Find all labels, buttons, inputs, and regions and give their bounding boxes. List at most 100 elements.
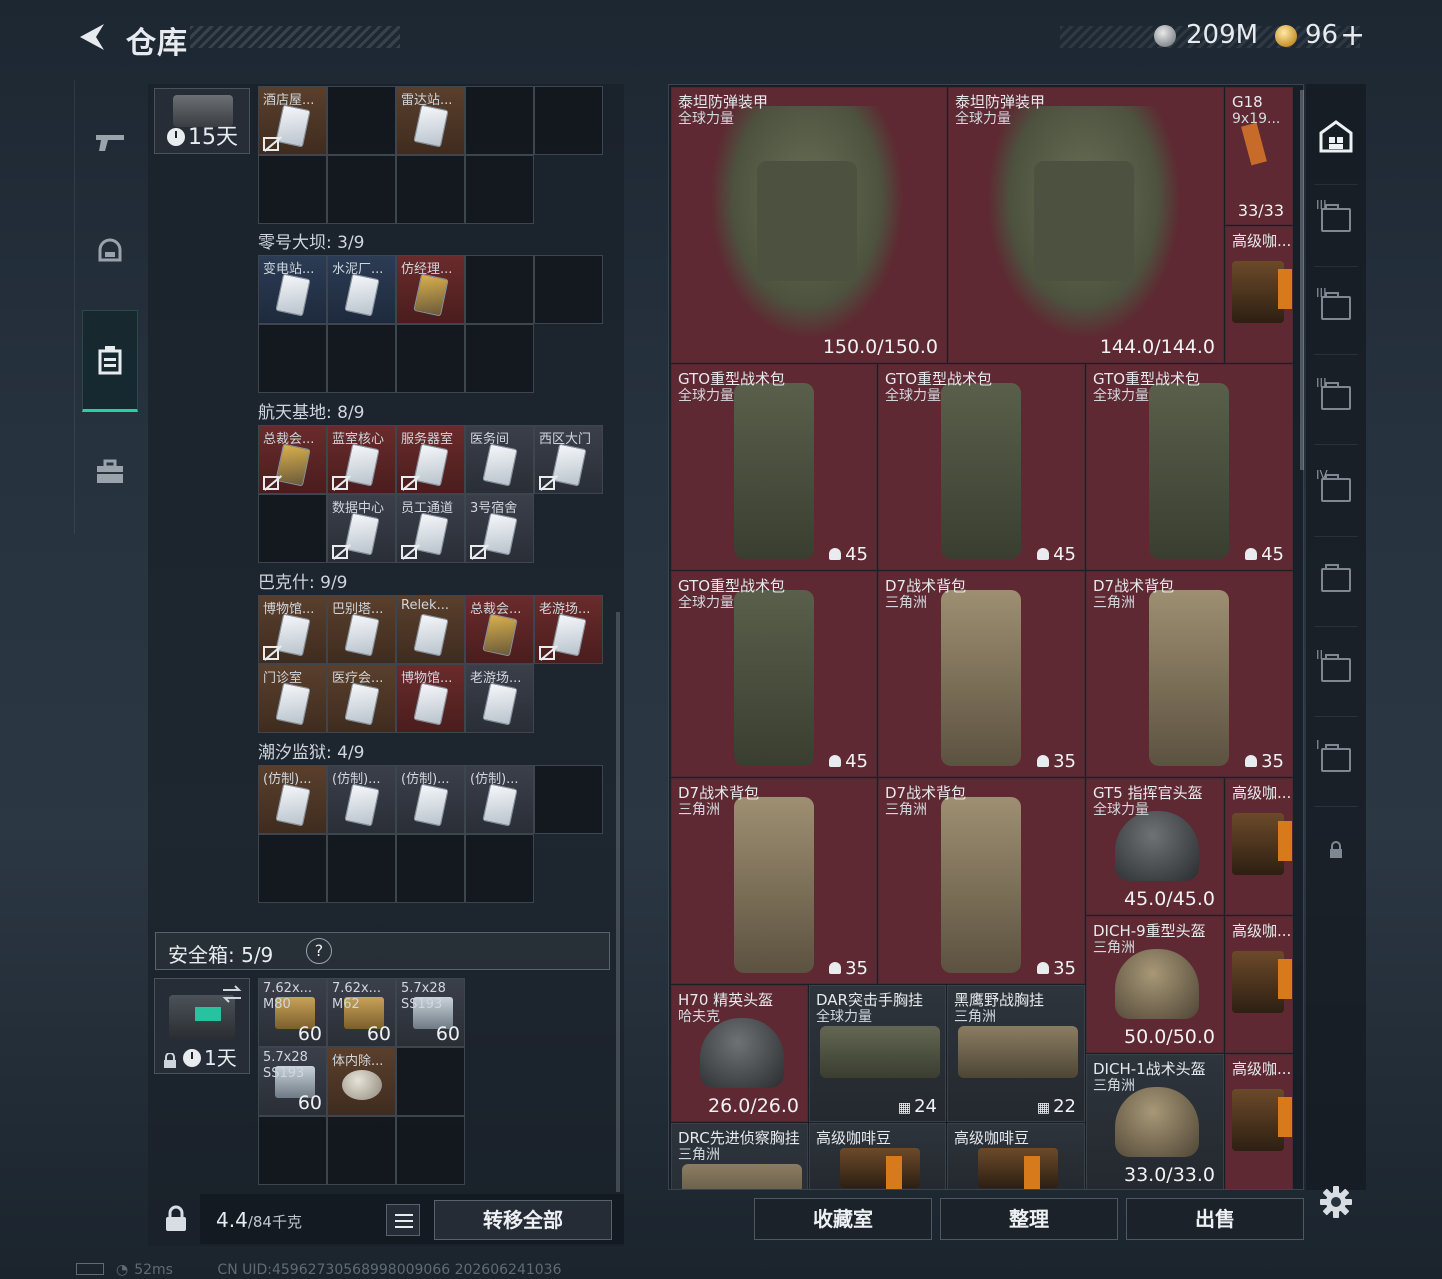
key-item[interactable]: (仿制)...: [327, 765, 396, 834]
empty-slot[interactable]: [465, 155, 534, 224]
ammo-item[interactable]: 5.7x28 SS193 60: [258, 1047, 327, 1116]
nav-equipment[interactable]: [82, 222, 138, 282]
key-item[interactable]: 博物馆...: [396, 664, 465, 733]
key-item[interactable]: 水泥厂...: [327, 255, 396, 324]
tab-6[interactable]: II: [1316, 648, 1356, 688]
stash-item-helmet[interactable]: H70 精英头盔 哈夫克 26.0/26.0: [671, 985, 808, 1122]
empty-slot[interactable]: [258, 1116, 327, 1185]
stash-item-armor[interactable]: 泰坦防弹装甲 全球力量 150.0/150.0: [671, 87, 947, 363]
empty-slot[interactable]: [465, 324, 534, 393]
sort-button[interactable]: 整理: [940, 1198, 1118, 1240]
empty-slot[interactable]: [258, 834, 327, 903]
empty-slot[interactable]: [396, 155, 465, 224]
key-item[interactable]: 员工通道: [396, 494, 465, 563]
key-item[interactable]: 变电站...: [258, 255, 327, 324]
empty-slot[interactable]: [396, 324, 465, 393]
stash-item-backpack[interactable]: D7战术背包 三角洲 35: [1086, 571, 1293, 777]
implant-item[interactable]: 体内除...: [327, 1047, 396, 1116]
empty-slot[interactable]: [396, 1047, 465, 1116]
stash-item-coffee[interactable]: 高级咖啡豆: [809, 1123, 946, 1189]
key-item[interactable]: 3号宿舍: [465, 494, 534, 563]
stash-item-chest-rig[interactable]: DAR突击手胸挂 全球力量 ▦ 24: [809, 985, 946, 1122]
key-item[interactable]: 雷达站...: [396, 86, 465, 155]
stash-item-backpack[interactable]: GTO重型战术包 全球力量 45: [878, 364, 1085, 570]
stash-item-backpack[interactable]: D7战术背包 三角洲 35: [878, 571, 1085, 777]
swap-icon[interactable]: [221, 985, 243, 1003]
stash-item-pistol[interactable]: G18 9x19... 33/33: [1225, 87, 1293, 225]
tab-7[interactable]: I: [1316, 738, 1356, 778]
back-arrow-icon[interactable]: [74, 20, 108, 54]
empty-slot[interactable]: [327, 834, 396, 903]
empty-slot[interactable]: [258, 155, 327, 224]
key-item[interactable]: 老游场...: [534, 595, 603, 664]
key-item[interactable]: 总裁会...: [258, 425, 327, 494]
nav-briefcase[interactable]: [82, 442, 138, 502]
stash-item-coffee[interactable]: 高级咖...: [1225, 1054, 1293, 1189]
key-item[interactable]: (仿制)...: [258, 765, 327, 834]
empty-slot[interactable]: [465, 834, 534, 903]
empty-slot[interactable]: [396, 834, 465, 903]
safebox-case[interactable]: 1天: [154, 978, 250, 1074]
key-item[interactable]: 医疗会...: [327, 664, 396, 733]
key-item[interactable]: 服务器室: [396, 425, 465, 494]
key-item[interactable]: 门诊室: [258, 664, 327, 733]
stash-item-backpack[interactable]: GTO重型战术包 全球力量 45: [671, 364, 877, 570]
nav-warehouse[interactable]: [82, 310, 138, 412]
stash-item-helmet[interactable]: GT5 指挥官头盔 全球力量 45.0/45.0: [1086, 778, 1224, 915]
add-currency-button[interactable]: +: [1340, 18, 1365, 53]
empty-slot[interactable]: [327, 155, 396, 224]
tab-locked[interactable]: [1316, 832, 1356, 868]
stash-item-helmet[interactable]: DICH-1战术头盔 三角洲 33.0/33.0: [1086, 1054, 1224, 1189]
ammo-item[interactable]: 7.62x... M80 60: [258, 978, 327, 1047]
empty-slot[interactable]: [258, 494, 327, 563]
help-button[interactable]: ?: [306, 938, 332, 964]
key-item[interactable]: Relek...: [396, 595, 465, 664]
key-item[interactable]: 博物馆...: [258, 595, 327, 664]
stash-item-backpack[interactable]: D7战术背包 三角洲 35: [671, 778, 877, 984]
ammo-item[interactable]: 7.62x... M62 60: [327, 978, 396, 1047]
list-view-button[interactable]: [386, 1204, 420, 1236]
settings-gear-icon[interactable]: [1318, 1184, 1354, 1220]
sell-button[interactable]: 出售: [1126, 1198, 1304, 1240]
stash-scrollbar[interactable]: [1300, 90, 1304, 470]
empty-slot[interactable]: [327, 324, 396, 393]
key-item[interactable]: (仿制)...: [396, 765, 465, 834]
key-item[interactable]: 老游场...: [465, 664, 534, 733]
stash-item-armor[interactable]: 泰坦防弹装甲 全球力量 144.0/144.0: [948, 87, 1224, 363]
key-item[interactable]: (仿制)...: [465, 765, 534, 834]
nav-weapons[interactable]: [82, 112, 138, 172]
key-item[interactable]: 酒店屋...: [258, 86, 327, 155]
lock-button[interactable]: [155, 1194, 197, 1244]
tab-2[interactable]: III: [1316, 286, 1356, 326]
stash-item-helmet[interactable]: DICH-9重型头盔 三角洲 50.0/50.0: [1086, 916, 1224, 1053]
left-scrollbar[interactable]: [616, 612, 620, 1192]
empty-slot[interactable]: [327, 86, 396, 155]
stash-item-coffee[interactable]: 高级咖...: [1225, 226, 1293, 363]
tab-all[interactable]: [1316, 116, 1356, 156]
key-item[interactable]: 数据中心: [327, 494, 396, 563]
ammo-item[interactable]: 5.7x28 SS193 60: [396, 978, 465, 1047]
empty-slot[interactable]: [534, 765, 603, 834]
tab-5[interactable]: [1316, 562, 1356, 598]
empty-slot[interactable]: [465, 86, 534, 155]
tab-1[interactable]: III: [1316, 198, 1356, 238]
transfer-all-button[interactable]: 转移全部: [434, 1200, 612, 1240]
stash-item-backpack[interactable]: GTO重型战术包 全球力量 45: [1086, 364, 1293, 570]
stash-item-chest-rig[interactable]: DRC先进侦察胸挂 三角洲: [671, 1123, 808, 1189]
empty-slot[interactable]: [396, 1116, 465, 1185]
empty-slot[interactable]: [258, 324, 327, 393]
stash-item-backpack[interactable]: GTO重型战术包 全球力量 45: [671, 571, 877, 777]
collection-room-button[interactable]: 收藏室: [754, 1198, 932, 1240]
empty-slot[interactable]: [534, 255, 603, 324]
key-item[interactable]: 总裁会...: [465, 595, 534, 664]
stash-item-backpack[interactable]: D7战术背包 三角洲 35: [878, 778, 1085, 984]
stash-item-coffee[interactable]: 高级咖啡豆: [947, 1123, 1085, 1189]
stash-item-coffee[interactable]: 高级咖...: [1225, 778, 1293, 915]
key-item[interactable]: 巴别塔...: [327, 595, 396, 664]
key-item[interactable]: 仿经理...: [396, 255, 465, 324]
empty-slot[interactable]: [327, 1116, 396, 1185]
key-case[interactable]: 15天: [154, 88, 250, 154]
stash-item-chest-rig[interactable]: 黑鹰野战胸挂 三角洲 ▦ 22: [947, 985, 1085, 1122]
tab-3[interactable]: III: [1316, 376, 1356, 416]
key-item[interactable]: 医务间: [465, 425, 534, 494]
